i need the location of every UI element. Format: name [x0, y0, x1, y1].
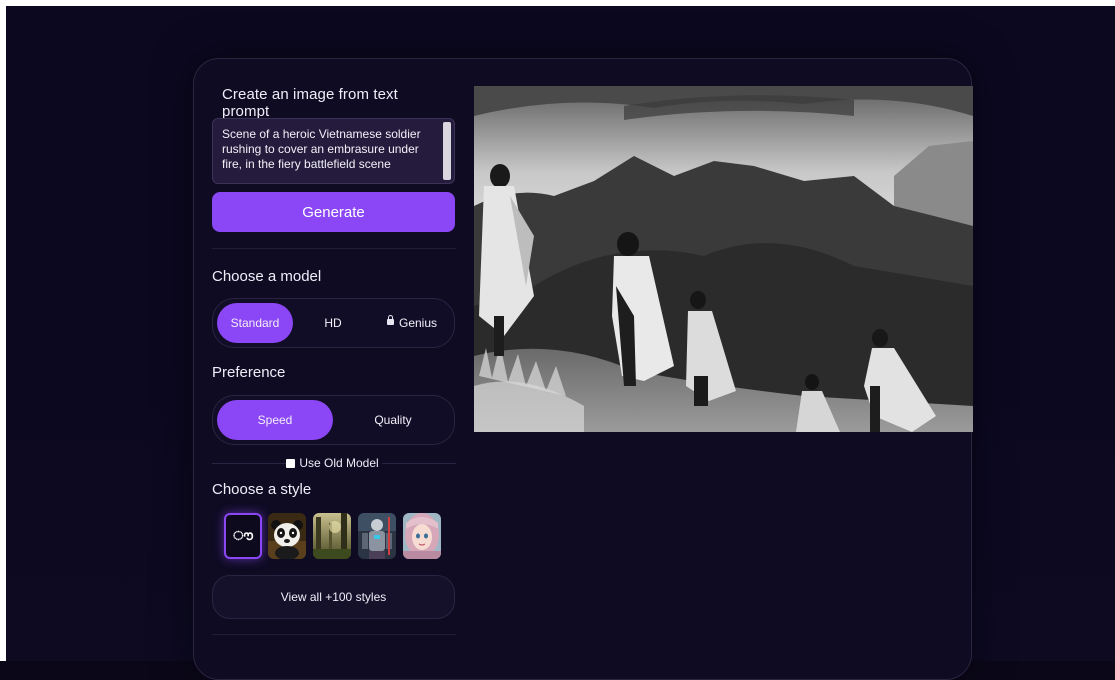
preference-selector: Speed Quality	[212, 395, 455, 445]
style-robot-warrior-thumbnail[interactable]	[358, 513, 396, 559]
divider-left	[212, 463, 288, 464]
model-option-genius-label: Genius	[398, 316, 438, 330]
prompt-input[interactable]: Scene of a heroic Vietnamese soldier rus…	[212, 118, 455, 184]
view-all-styles-button[interactable]: View all +100 styles	[212, 575, 455, 619]
model-option-standard-label: Standard	[230, 316, 280, 330]
divider-right	[382, 463, 456, 464]
preference-section-label: Preference	[212, 364, 286, 381]
panel-title: Create an image from text prompt	[222, 86, 398, 120]
style-panda-thumbnail[interactable]	[268, 513, 306, 559]
divider	[212, 248, 456, 249]
preference-option-quality-label: Quality	[374, 413, 412, 427]
divider	[212, 634, 456, 635]
use-old-model-label: Use Old Model	[299, 456, 382, 470]
use-old-model-checkbox[interactable]	[286, 458, 296, 468]
generator-panel: Create an image from text prompt Scene o…	[212, 78, 456, 678]
use-old-model-row[interactable]: Use Old Model	[212, 456, 456, 470]
generated-image-artwork	[474, 86, 973, 432]
model-option-genius[interactable]: Genius	[373, 303, 451, 343]
style-section-label: Choose a style	[212, 481, 312, 498]
model-option-hd[interactable]: HD	[295, 303, 371, 343]
style-default-glyph: ൗ	[233, 528, 253, 543]
generated-image[interactable]	[474, 86, 973, 432]
style-anime-girl-thumbnail[interactable]	[403, 513, 441, 559]
preference-option-speed-label: Speed	[257, 413, 293, 427]
style-default-thumbnail[interactable]: ൗ	[224, 513, 262, 559]
model-selector: Standard HD Genius	[212, 298, 455, 348]
prompt-text: Scene of a heroic Vietnamese soldier rus…	[222, 127, 424, 171]
preference-option-quality[interactable]: Quality	[335, 400, 451, 440]
generate-button[interactable]: Generate	[212, 192, 455, 232]
style-forest-thumbnail[interactable]	[313, 513, 351, 559]
model-section-label: Choose a model	[212, 268, 322, 285]
lock-icon	[386, 314, 394, 326]
style-thumbnails: ൗ	[224, 511, 454, 559]
prompt-scrollbar[interactable]	[443, 122, 451, 180]
model-option-standard[interactable]: Standard	[217, 303, 293, 343]
model-option-hd-label: HD	[324, 316, 342, 330]
preference-option-speed[interactable]: Speed	[217, 400, 333, 440]
